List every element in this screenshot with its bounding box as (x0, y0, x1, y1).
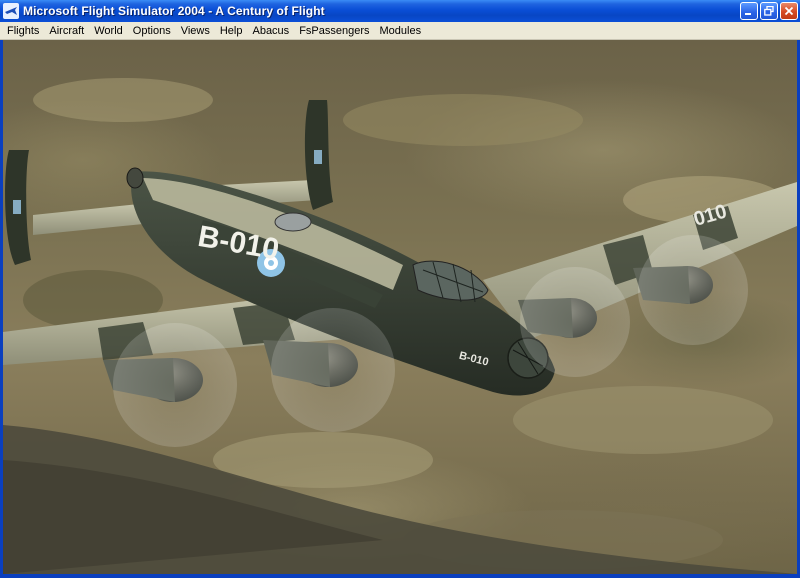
window-title: Microsoft Flight Simulator 2004 - A Cent… (23, 4, 325, 18)
scene-render: 010 B-010 B-010 (3, 78, 797, 574)
minimize-icon (745, 13, 751, 15)
menu-fspassengers[interactable]: FsPassengers (294, 22, 374, 40)
close-button[interactable] (780, 2, 798, 20)
menu-bar: Flights Aircraft World Options Views Hel… (0, 22, 800, 40)
restore-icon (764, 6, 774, 16)
restore-button[interactable] (760, 2, 778, 20)
window-bottom-border (0, 574, 800, 578)
minimize-button[interactable] (740, 2, 758, 20)
menu-views[interactable]: Views (176, 22, 215, 40)
menu-options[interactable]: Options (128, 22, 176, 40)
app-window: Microsoft Flight Simulator 2004 - A Cent… (0, 0, 800, 578)
close-icon (784, 6, 794, 16)
title-bar[interactable]: Microsoft Flight Simulator 2004 - A Cent… (0, 0, 800, 22)
menu-help[interactable]: Help (215, 22, 248, 40)
menu-flights[interactable]: Flights (2, 22, 44, 40)
menu-modules[interactable]: Modules (375, 22, 427, 40)
menu-aircraft[interactable]: Aircraft (44, 22, 89, 40)
flight-simulator-app-icon (3, 3, 19, 19)
caption-buttons (740, 2, 798, 20)
menu-world[interactable]: World (89, 22, 128, 40)
menu-abacus[interactable]: Abacus (247, 22, 294, 40)
simulator-viewport[interactable]: 010 B-010 B-010 (3, 40, 797, 574)
